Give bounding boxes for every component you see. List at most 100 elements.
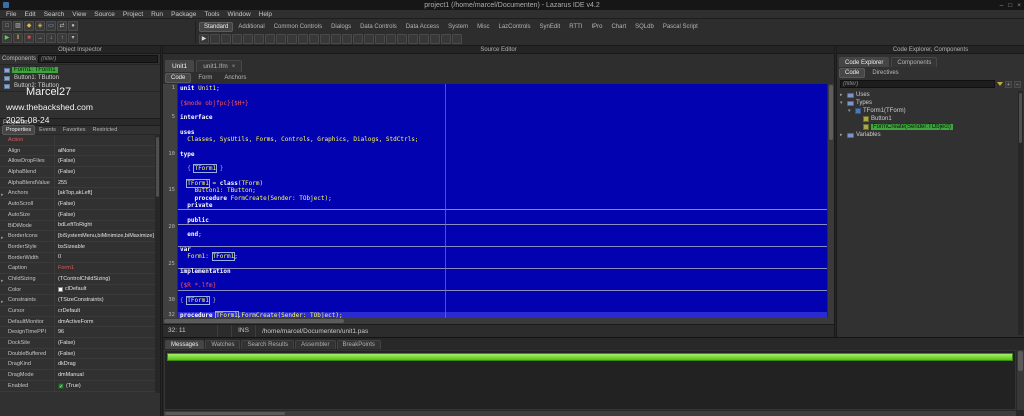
scrollbar-thumb[interactable] bbox=[165, 412, 285, 415]
menu-help[interactable]: Help bbox=[255, 11, 276, 18]
palette-tmainmenu-icon[interactable] bbox=[210, 34, 220, 44]
view-tab-anchors[interactable]: Anchors bbox=[219, 74, 251, 82]
palette-tpanel-icon[interactable] bbox=[375, 34, 385, 44]
explorer-node-tform1-tform[interactable]: ▾TForm1(TForm) bbox=[837, 107, 1017, 115]
property-row-caption[interactable]: CaptionForm1 bbox=[0, 263, 155, 274]
file-tab-unit1[interactable]: Unit1 bbox=[165, 60, 194, 72]
subtab-directives[interactable]: Directives bbox=[867, 69, 903, 77]
palette-tbitbtn-icon[interactable] bbox=[430, 34, 440, 44]
menu-edit[interactable]: Edit bbox=[20, 11, 39, 18]
property-row-alphablendvalue[interactable]: AlphaBlendValue255 bbox=[0, 178, 155, 189]
expand-all-icon[interactable]: + bbox=[1005, 81, 1012, 88]
code-line[interactable] bbox=[178, 158, 827, 165]
property-value[interactable]: (TControlChildSizing) bbox=[55, 276, 155, 282]
property-row-alphablend[interactable]: AlphaBlend(False) bbox=[0, 167, 155, 178]
editor-code-area[interactable]: unit Unit1;{$mode objfpc}{$H+}interfaceu… bbox=[178, 84, 827, 318]
stop-icon[interactable]: ■ bbox=[24, 33, 34, 43]
code-line[interactable]: {$mode objfpc}{$H+} bbox=[178, 100, 827, 107]
menu-window[interactable]: Window bbox=[224, 11, 255, 18]
property-row-designtimeppi[interactable]: DesignTimePPI96 bbox=[0, 327, 155, 338]
palette-tab-misc[interactable]: Misc bbox=[473, 23, 493, 31]
menu-source[interactable]: Source bbox=[90, 11, 119, 18]
explorer-node-variables[interactable]: ▸Variables bbox=[837, 131, 1017, 139]
close-tab-icon[interactable]: × bbox=[232, 64, 236, 70]
code-line[interactable] bbox=[178, 290, 827, 297]
property-row-anchors[interactable]: ▸Anchors[akTop,akLeft] bbox=[0, 188, 155, 199]
property-row-borderwidth[interactable]: BorderWidth0 bbox=[0, 253, 155, 264]
property-value[interactable]: 96 bbox=[55, 329, 155, 335]
code-line[interactable]: var bbox=[178, 246, 827, 253]
property-row-cursor[interactable]: CursorcrDefault bbox=[0, 306, 155, 317]
palette-tcheckgroup-icon[interactable] bbox=[364, 34, 374, 44]
property-value[interactable]: Form1 bbox=[55, 265, 155, 271]
messages-vertical-scrollbar[interactable] bbox=[1017, 350, 1024, 410]
tree-arrow-icon[interactable]: ▾ bbox=[840, 100, 845, 106]
property-value[interactable]: (False) bbox=[55, 158, 155, 164]
property-value[interactable]: (False) bbox=[55, 169, 155, 175]
components-filter-input[interactable] bbox=[38, 55, 158, 63]
code-line[interactable] bbox=[178, 261, 827, 268]
palette-tab-data-access[interactable]: Data Access bbox=[402, 23, 443, 31]
property-value[interactable]: (False) bbox=[55, 340, 155, 346]
property-row-allowdropfiles[interactable]: AllowDropFiles(False) bbox=[0, 156, 155, 167]
palette-tbutton-icon[interactable] bbox=[232, 34, 242, 44]
code-line[interactable]: private bbox=[178, 202, 827, 209]
property-value[interactable]: (False) bbox=[55, 201, 155, 207]
property-row-autosize[interactable]: AutoSize(False) bbox=[0, 210, 155, 221]
palette-ttogglebox-icon[interactable] bbox=[276, 34, 286, 44]
view-tab-code[interactable]: Code bbox=[165, 73, 191, 83]
palette-tab-ipro[interactable]: IPro bbox=[587, 23, 606, 31]
inspector-tab-restricted[interactable]: Restricted bbox=[90, 126, 121, 134]
expand-icon[interactable]: ▸ bbox=[1, 233, 4, 241]
expand-icon[interactable]: ▸ bbox=[1, 276, 4, 284]
property-row-dragkind[interactable]: DragKinddkDrag bbox=[0, 359, 155, 370]
find-icon[interactable]: ● bbox=[68, 21, 78, 31]
palette-tstatictext-icon[interactable] bbox=[408, 34, 418, 44]
step-over-icon[interactable]: → bbox=[35, 33, 45, 43]
new-form-icon[interactable]: ▭ bbox=[46, 21, 56, 31]
menu-run[interactable]: Run bbox=[147, 11, 167, 18]
inspector-tab-properties[interactable]: Properties bbox=[2, 125, 35, 135]
messages-tab-watches[interactable]: Watches bbox=[205, 340, 240, 349]
maximize-button[interactable]: □ bbox=[1008, 2, 1012, 9]
menu-view[interactable]: View bbox=[68, 11, 90, 18]
property-value[interactable]: dkDrag bbox=[55, 361, 155, 367]
code-line[interactable] bbox=[178, 144, 827, 151]
filter-funnel-icon[interactable] bbox=[997, 82, 1003, 86]
new-unit-icon[interactable]: □ bbox=[2, 21, 12, 31]
code-line[interactable]: type bbox=[178, 151, 827, 158]
menu-package[interactable]: Package bbox=[167, 11, 200, 18]
code-explorer-scrollbar[interactable] bbox=[1018, 91, 1023, 335]
property-value[interactable]: bsSizeable bbox=[55, 244, 155, 250]
property-value[interactable]: bdLeftToRight bbox=[55, 222, 155, 228]
property-row-borderstyle[interactable]: BorderStylebsSizeable bbox=[0, 242, 155, 253]
palette-tab-rtti[interactable]: RTTI bbox=[565, 23, 586, 31]
code-line[interactable]: Form1: TForm1; bbox=[178, 253, 827, 260]
palette-tsplitter-icon[interactable] bbox=[452, 34, 462, 44]
menu-file[interactable]: File bbox=[2, 11, 20, 18]
property-value[interactable]: dmManual bbox=[55, 372, 155, 378]
menu-tools[interactable]: Tools bbox=[200, 11, 223, 18]
scrollbar-thumb[interactable] bbox=[829, 85, 833, 140]
code-line[interactable]: implementation bbox=[178, 268, 827, 275]
property-value[interactable]: 0 bbox=[55, 254, 155, 260]
messages-tab-search-results[interactable]: Search Results bbox=[241, 340, 294, 349]
palette-tab-synedit[interactable]: SynEdit bbox=[536, 23, 565, 31]
code-line[interactable] bbox=[178, 224, 827, 231]
messages-tab-messages[interactable]: Messages bbox=[165, 340, 204, 349]
code-line[interactable] bbox=[178, 107, 827, 114]
palette-tab-common-controls[interactable]: Common Controls bbox=[270, 23, 326, 31]
property-value[interactable]: [akTop,akLeft] bbox=[55, 190, 155, 196]
code-line[interactable]: unit Unit1; bbox=[178, 85, 827, 92]
code-line[interactable] bbox=[178, 92, 827, 99]
palette-tlabel-icon[interactable] bbox=[243, 34, 253, 44]
code-line[interactable] bbox=[178, 173, 827, 180]
property-row-docksite[interactable]: DockSite(False) bbox=[0, 338, 155, 349]
code-line[interactable]: { TForm1 } bbox=[178, 297, 827, 304]
property-row-bidimode[interactable]: BiDiModebdLeftToRight bbox=[0, 221, 155, 232]
palette-tab-dialogs[interactable]: Dialogs bbox=[327, 23, 355, 31]
code-line[interactable]: {$R *.lfm} bbox=[178, 282, 827, 289]
open-file-icon[interactable]: ▨ bbox=[13, 21, 23, 31]
property-row-defaultmonitor[interactable]: DefaultMonitordmActiveForm bbox=[0, 317, 155, 328]
explorer-node-button1[interactable]: Button1 bbox=[837, 115, 1017, 123]
